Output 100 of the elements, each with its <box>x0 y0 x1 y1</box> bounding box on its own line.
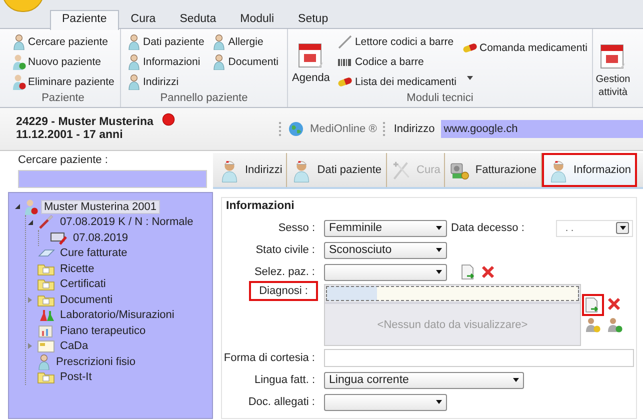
section-title: Informazioni <box>225 200 296 212</box>
field-label: Stato civile : <box>254 243 316 257</box>
dropdown-arrow-icon <box>513 378 519 382</box>
person-icon <box>127 34 141 50</box>
field-label: Diagnosi : <box>249 281 318 301</box>
agenda-button[interactable]: Agenda <box>290 33 332 91</box>
patient-name: 24229 - Muster Musterina <box>16 116 154 129</box>
ribbon-button[interactable]: Allergie <box>212 33 278 50</box>
date-field[interactable]: . . <box>556 220 634 236</box>
ribbon-button[interactable]: Documenti <box>212 53 278 70</box>
record-tab[interactable]: Fatturazione <box>445 153 542 187</box>
status-dot-icon <box>162 113 175 126</box>
person-icon <box>127 74 141 90</box>
flask-icon <box>37 308 55 322</box>
input-field[interactable] <box>324 349 634 367</box>
tree-item[interactable]: Certificati <box>58 278 108 290</box>
field-label: Doc. allegati : <box>247 395 316 409</box>
ribbon-tab[interactable]: Setup <box>286 10 340 29</box>
dropdown-arrow-icon <box>436 226 442 230</box>
syringe-icon <box>37 215 55 230</box>
ribbon-button[interactable]: Codice a barre <box>336 53 456 70</box>
collapse-arrow-icon[interactable] <box>28 220 32 225</box>
person-icon <box>212 54 226 70</box>
dropdown-arrow-icon <box>436 400 442 404</box>
person-star-button[interactable] <box>585 317 601 333</box>
folder-icon <box>37 262 55 276</box>
ribbon-button[interactable]: Lettore codici a barre <box>336 33 456 50</box>
tree-item[interactable]: Laboratorio/Misurazioni <box>58 309 176 322</box>
dropdown[interactable]: Femminile <box>324 220 447 236</box>
field-label: Sesso : <box>277 221 316 235</box>
field-label: Selez. paz. : <box>253 265 316 279</box>
person-icon <box>37 354 51 370</box>
globe-icon <box>288 121 304 137</box>
record-tab[interactable]: Informazion <box>542 153 637 187</box>
search-label: Cercare paziente : <box>17 154 109 168</box>
address-field[interactable]: www.google.ch <box>440 120 643 138</box>
group-label: Pannello paziente <box>159 91 249 106</box>
dropdown[interactable]: Sconosciuto <box>324 242 447 258</box>
collapse-arrow-icon[interactable] <box>14 204 20 210</box>
tree-item[interactable]: Ricette <box>58 262 96 275</box>
ribbon-button[interactable]: Comanda medicamenti <box>462 39 588 56</box>
id-card-icon <box>37 339 55 354</box>
person-icon <box>12 34 26 50</box>
tree-item[interactable]: Post-It <box>58 371 94 384</box>
empty-message: <Nessun dato da visualizzare> <box>325 302 580 345</box>
folder-icon <box>37 370 55 384</box>
add-button[interactable] <box>461 264 475 280</box>
tree-item[interactable]: Documenti <box>58 294 115 306</box>
field-label: Data decesso : <box>451 222 524 234</box>
delete-button[interactable] <box>481 265 495 279</box>
person-remove-icon <box>12 74 26 90</box>
expand-arrow-icon[interactable] <box>28 296 32 303</box>
patient-birthdate: 11.12.2001 - 17 anni <box>16 129 124 142</box>
tree-item[interactable]: Muster Musterina 2001 <box>41 200 160 214</box>
ribbon-button[interactable]: Lista dei medicamenti <box>336 73 456 90</box>
service-link[interactable]: MediOnline ® <box>310 123 377 135</box>
grip-icon <box>382 121 386 137</box>
grip-icon <box>279 121 282 137</box>
person-star-icon <box>585 317 601 333</box>
person-add-button[interactable] <box>607 317 623 333</box>
person-icon <box>127 54 141 70</box>
person-remove-icon <box>24 198 38 215</box>
tree-item[interactable]: Cure fatturate <box>58 247 130 260</box>
tree-item[interactable]: Piano terapeutico <box>58 324 148 337</box>
dropdown[interactable] <box>324 264 447 280</box>
ribbon-tab[interactable]: Moduli <box>228 10 286 29</box>
ribbon-button[interactable]: Indirizzi <box>127 73 204 90</box>
tree-item[interactable]: 07.08.2019 <box>71 232 130 244</box>
ribbon-button[interactable]: Eliminare paziente <box>12 73 114 90</box>
document-add-icon <box>585 297 599 313</box>
caret-icon <box>466 75 474 81</box>
ribbon-tab[interactable]: Cura <box>118 10 168 29</box>
ribbon-button[interactable]: Cercare paziente <box>12 33 114 50</box>
field-label: Lingua fatt. : <box>253 373 316 387</box>
pen-icon <box>336 34 353 48</box>
record-tab[interactable]: Indirizzi <box>215 153 288 187</box>
folder-icon <box>37 292 55 307</box>
dropdown[interactable] <box>324 394 447 410</box>
add-button[interactable] <box>585 297 601 313</box>
chart-icon <box>37 324 55 338</box>
dropdown-arrow-icon <box>436 248 442 252</box>
group-label: Moduli tecnici <box>406 91 474 106</box>
ribbon-button[interactable]: Nuovo paziente <box>12 53 114 70</box>
delete-icon <box>607 297 621 311</box>
search-field[interactable] <box>18 170 207 188</box>
ribbon-button[interactable]: Gestion attività <box>593 33 633 107</box>
person-add-icon <box>607 317 623 333</box>
tree-item[interactable]: Prescrizioni fisio <box>54 356 138 368</box>
ribbon-tab[interactable]: Seduta <box>168 10 228 29</box>
ribbon-button[interactable]: Informazioni <box>127 53 204 70</box>
tree-item[interactable]: CaDa <box>58 340 90 352</box>
record-tab[interactable]: Dati paziente <box>287 153 387 187</box>
field-label: Forma di cortesia : <box>222 351 316 365</box>
expand-arrow-icon[interactable] <box>28 343 32 350</box>
ribbon-button[interactable]: Dati paziente <box>127 33 204 50</box>
dropdown[interactable]: Lingua corrente <box>324 372 524 388</box>
tree-item[interactable]: 07.08.2019 K / N : Normale <box>58 216 196 228</box>
delete-button[interactable] <box>607 297 623 313</box>
ribbon-tab[interactable]: Paziente <box>50 10 119 30</box>
delete-icon <box>481 265 495 279</box>
